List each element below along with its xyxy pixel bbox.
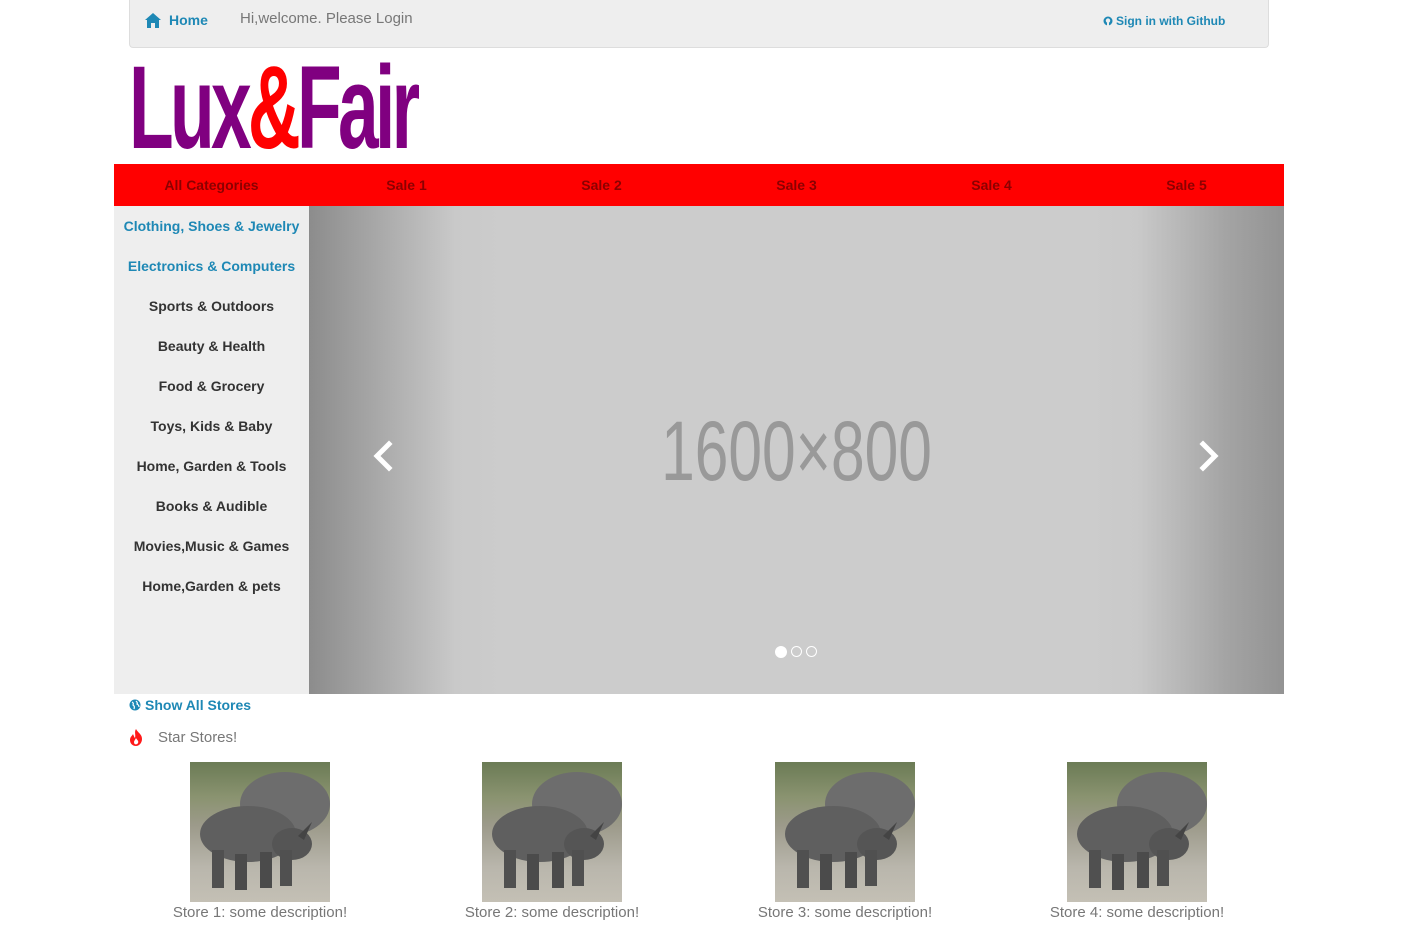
welcome-login-text[interactable]: Hi,welcome. Please Login [240, 10, 413, 27]
hero-carousel: 1600×800 [309, 206, 1284, 694]
category-sports[interactable]: Sports & Outdoors [114, 286, 309, 326]
home-label: Home [169, 12, 208, 28]
nav-all-categories[interactable]: All Categories [114, 164, 309, 206]
globe-icon [129, 699, 141, 711]
show-all-stores-label: Show All Stores [145, 697, 252, 713]
store-image-3[interactable] [775, 762, 915, 902]
home-link[interactable]: Home [145, 10, 208, 30]
store-card-1[interactable]: Store 1: some description! [150, 762, 370, 921]
carousel-dot-3[interactable] [806, 646, 817, 657]
category-beauty[interactable]: Beauty & Health [114, 326, 309, 366]
github-label: Sign in with Github [1116, 14, 1226, 28]
category-food[interactable]: Food & Grocery [114, 366, 309, 406]
star-stores-heading: Star Stores! [129, 729, 237, 746]
store-description-3: Store 3: some description! [757, 904, 933, 921]
fire-icon [130, 729, 142, 746]
chevron-right-icon [1199, 440, 1219, 472]
logo-text-lux: Lux [129, 42, 252, 174]
nav-sale-5[interactable]: Sale 5 [1089, 164, 1284, 206]
carousel-dot-1[interactable] [775, 646, 787, 658]
store-card-2[interactable]: Store 2: some description! [442, 762, 662, 921]
carousel-dot-2[interactable] [791, 646, 802, 657]
category-toys[interactable]: Toys, Kids & Baby [114, 406, 309, 446]
carousel-prev-button[interactable] [369, 438, 399, 474]
nav-sale-3[interactable]: Sale 3 [699, 164, 894, 206]
github-icon [1103, 16, 1113, 26]
rhino-image [492, 772, 622, 890]
category-movies[interactable]: Movies,Music & Games [114, 526, 309, 566]
category-home-garden-pets[interactable]: Home,Garden & pets [114, 566, 309, 606]
category-electronics[interactable]: Electronics & Computers [114, 246, 309, 286]
store-image-1[interactable] [190, 762, 330, 902]
star-stores-label: Star Stores! [158, 729, 238, 746]
nav-sale-2[interactable]: Sale 2 [504, 164, 699, 206]
site-logo[interactable]: Lux&Fair [129, 49, 420, 167]
logo-text-fair: Fair [297, 42, 420, 174]
rhino-image [1077, 772, 1207, 890]
store-image-2[interactable] [482, 762, 622, 902]
main-nav: All Categories Sale 1 Sale 2 Sale 3 Sale… [114, 164, 1284, 206]
rhino-image [785, 772, 915, 890]
rhino-image [200, 772, 330, 890]
logo-ampersand: & [247, 42, 301, 174]
store-description-2: Store 2: some description! [464, 904, 640, 921]
show-all-stores-link[interactable]: Show All Stores [129, 697, 251, 713]
top-bar: Home Hi,welcome. Please Login Sign in wi… [129, 0, 1269, 48]
category-books[interactable]: Books & Audible [114, 486, 309, 526]
github-signin-link[interactable]: Sign in with Github [1103, 14, 1225, 28]
carousel-indicators [775, 646, 817, 658]
category-clothing[interactable]: Clothing, Shoes & Jewelry [114, 206, 309, 246]
carousel-next-button[interactable] [1193, 438, 1223, 474]
store-image-4[interactable] [1067, 762, 1207, 902]
chevron-left-icon [373, 440, 393, 472]
nav-sale-4[interactable]: Sale 4 [894, 164, 1089, 206]
nav-sale-1[interactable]: Sale 1 [309, 164, 504, 206]
store-card-3[interactable]: Store 3: some description! [735, 762, 955, 921]
store-card-4[interactable]: Store 4: some description! [1027, 762, 1247, 921]
store-description-4: Store 4: some description! [1049, 904, 1225, 921]
category-home-garden-tools[interactable]: Home, Garden & Tools [114, 446, 309, 486]
category-sidebar: Clothing, Shoes & Jewelry Electronics & … [114, 206, 309, 694]
home-icon [145, 12, 161, 28]
store-description-1: Store 1: some description! [172, 904, 348, 921]
slide-placeholder-text: 1600×800 [661, 404, 932, 498]
